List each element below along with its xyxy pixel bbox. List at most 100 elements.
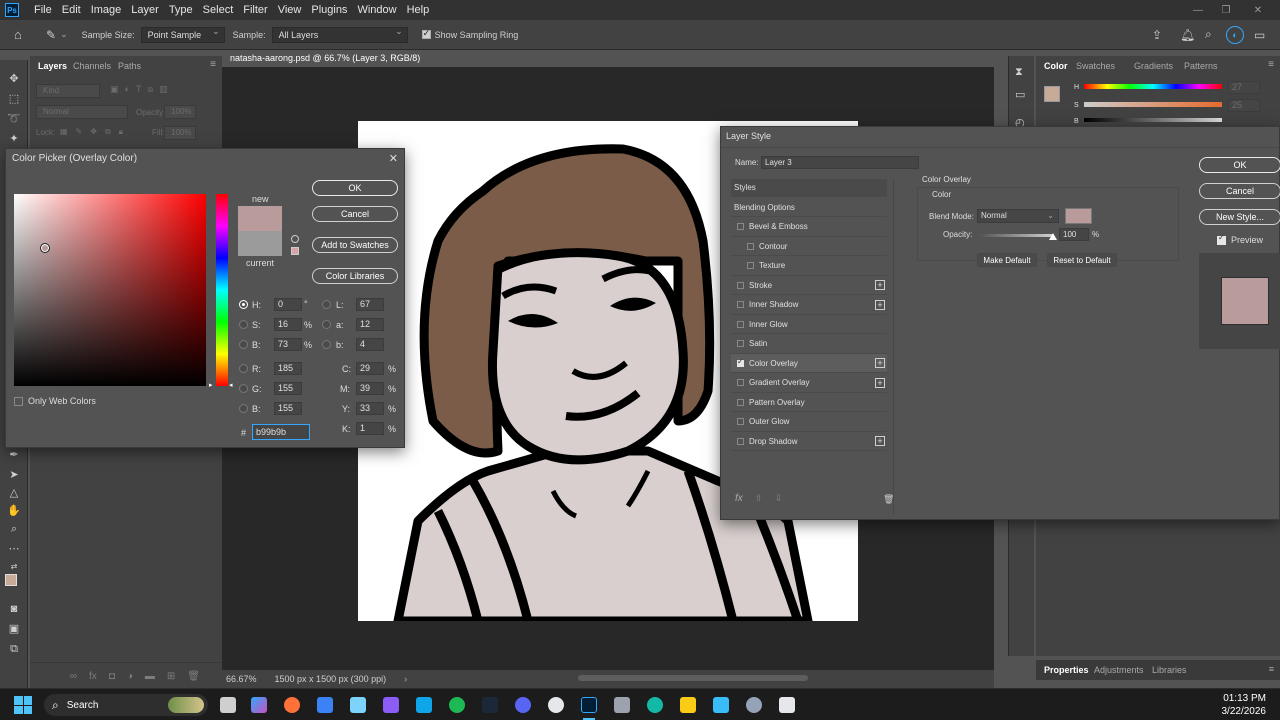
style-checkbox-icon[interactable] (737, 357, 744, 367)
tab-swatches[interactable]: Swatches (1076, 56, 1115, 76)
add-to-swatches-button[interactable]: Add to Swatches (312, 237, 398, 253)
move-tool-icon[interactable]: ✥ (6, 72, 22, 86)
style-cancel-button[interactable]: Cancel (1199, 183, 1280, 199)
hue-field[interactable]: 0 (274, 298, 302, 311)
picker-cancel-button[interactable]: Cancel (312, 206, 398, 222)
menu-layer[interactable]: Layer (126, 4, 164, 16)
bell-icon[interactable]: 🔔︎ (1180, 28, 1195, 42)
menu-filter[interactable]: Filter (238, 4, 272, 16)
style-item-contour[interactable]: Contour (731, 237, 887, 256)
move-up-icon[interactable]: ⇧ (755, 493, 763, 504)
saturation-field[interactable]: 16 (274, 318, 302, 331)
photoshop-taskbar-icon[interactable] (581, 697, 597, 713)
style-checkbox-icon[interactable] (737, 437, 744, 445)
copilot-icon[interactable] (251, 697, 267, 713)
blend-mode-select[interactable]: Normal ⌄ (977, 209, 1059, 223)
foreground-color-swatch[interactable] (5, 574, 17, 586)
color-panel-menu-icon[interactable]: ≡ (1268, 59, 1274, 70)
style-item-outer-glow[interactable]: Outer Glow (731, 413, 887, 432)
add-mask-icon[interactable]: ◘ (109, 671, 115, 682)
show-sampling-ring-checkbox[interactable]: Show Sampling Ring (421, 28, 518, 40)
file-explorer-icon[interactable] (680, 697, 696, 713)
tab-properties[interactable]: Properties (1044, 665, 1089, 675)
media-icon[interactable] (383, 697, 399, 713)
blue-radio[interactable] (239, 404, 248, 413)
lab-l-field[interactable]: 67 (356, 298, 384, 311)
style-item-blending-options[interactable]: Blending Options (731, 198, 887, 217)
blue-field[interactable]: 155 (274, 402, 302, 415)
swap-colors-icon[interactable]: ⇄ (6, 560, 22, 574)
reset-to-default-button[interactable]: Reset to Default (1047, 253, 1117, 267)
brightness-slider[interactable] (1084, 118, 1222, 122)
style-checkbox-icon[interactable] (737, 340, 744, 347)
layer-filter-kind[interactable]: Kind (36, 84, 100, 98)
add-effect-instance-icon[interactable]: + (875, 299, 885, 310)
hand-tool-icon[interactable]: ✋ (6, 504, 22, 518)
yellow-field[interactable]: 33 (356, 402, 384, 415)
restore-icon[interactable]: ❐ (1212, 0, 1240, 20)
add-effect-instance-icon[interactable]: + (875, 280, 885, 290)
menu-window[interactable]: Window (352, 4, 401, 16)
only-web-colors-checkbox[interactable]: Only Web Colors (14, 396, 96, 406)
menu-file[interactable]: File (29, 4, 57, 16)
color-field[interactable] (14, 194, 206, 386)
magenta-field[interactable]: 39 (356, 382, 384, 395)
document-tab[interactable]: natasha-aarong.psd @ 66.7% (Layer 3, RGB… (222, 50, 422, 80)
style-checkbox-icon[interactable] (747, 262, 754, 269)
spotify-icon[interactable] (449, 697, 465, 713)
delete-effect-icon[interactable]: 🗑︎ (883, 494, 894, 505)
style-checkbox-icon[interactable] (737, 301, 744, 308)
style-checkbox-icon[interactable] (747, 242, 754, 250)
hue-radio[interactable] (239, 300, 248, 309)
tab-color[interactable]: Color (1044, 56, 1068, 76)
workspace-icon[interactable]: ▭ (1254, 28, 1265, 42)
menu-view[interactable]: View (273, 4, 307, 16)
style-ok-button[interactable]: OK (1199, 157, 1280, 173)
tab-layers[interactable]: Layers (38, 56, 67, 76)
menu-plugins[interactable]: Plugins (306, 4, 352, 16)
red-radio[interactable] (239, 364, 248, 373)
overlay-opacity-slider[interactable] (979, 233, 1057, 240)
black-field[interactable]: 1 (356, 422, 384, 435)
panel-menu-icon[interactable]: ≡ (210, 59, 216, 70)
tab-paths[interactable]: Paths (118, 56, 141, 76)
style-item-stroke[interactable]: Stroke + (731, 276, 887, 295)
menu-select[interactable]: Select (198, 4, 239, 16)
hue-strip[interactable] (216, 194, 228, 386)
lab-l-radio[interactable] (322, 300, 331, 309)
taskbar-search[interactable]: ⌕ Search (44, 694, 208, 716)
path-selection-tool-icon[interactable]: ➤ (6, 468, 22, 482)
fill-field[interactable]: 100% (164, 126, 196, 140)
add-effect-instance-icon[interactable]: + (875, 436, 885, 446)
green-radio[interactable] (239, 384, 248, 393)
style-item-satin[interactable]: Satin (731, 335, 887, 354)
lab-b-radio[interactable] (322, 340, 331, 349)
color-panel-foreground-swatch[interactable] (1044, 86, 1060, 102)
style-checkbox-icon[interactable] (737, 281, 744, 289)
comments-icon[interactable]: ▭ (1015, 88, 1025, 101)
tab-patterns[interactable]: Patterns (1184, 56, 1218, 76)
style-item-texture[interactable]: Texture (731, 257, 887, 276)
fx-menu-button[interactable]: fx (735, 493, 743, 504)
saturation-radio[interactable] (239, 320, 248, 329)
photos-icon[interactable] (713, 697, 729, 713)
style-name-field[interactable]: Layer 3 (761, 156, 919, 169)
tab-gradients[interactable]: Gradients (1134, 56, 1173, 76)
style-item-drop-shadow[interactable]: Drop Shadow + (731, 432, 887, 451)
style-checkbox-icon[interactable] (737, 320, 744, 328)
saturation-slider[interactable] (1084, 102, 1222, 107)
style-item-gradient-overlay[interactable]: Gradient Overlay + (731, 374, 887, 393)
adjustment-layer-icon[interactable]: ◑ (127, 671, 133, 682)
overlay-opacity-field[interactable]: 100 (1059, 228, 1089, 241)
green-field[interactable]: 155 (274, 382, 302, 395)
lab-b-field[interactable]: 4 (356, 338, 384, 351)
menu-help[interactable]: Help (402, 4, 435, 16)
lasso-tool-icon[interactable]: ➰ (6, 112, 22, 126)
task-view-icon[interactable] (220, 697, 236, 713)
marquee-tool-icon[interactable]: ⬚ (6, 92, 22, 106)
frame-icon[interactable]: ⧉ (6, 642, 22, 656)
menu-edit[interactable]: Edit (57, 4, 86, 16)
style-item-inner-shadow[interactable]: Inner Shadow + (731, 296, 887, 315)
system-clock[interactable]: 01:13 PM 3/22/2026 (1222, 692, 1267, 718)
web-safe-warning-icon[interactable] (291, 247, 299, 255)
